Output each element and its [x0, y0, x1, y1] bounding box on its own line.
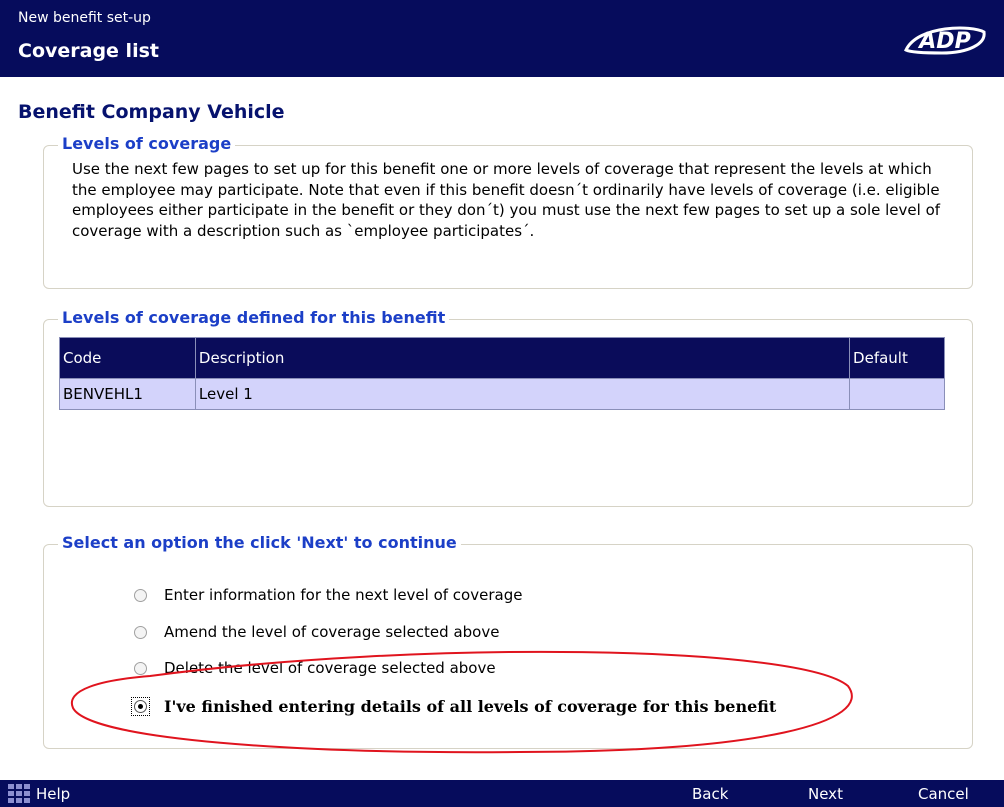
header-subtitle: New benefit set-up: [18, 10, 151, 26]
radio-icon[interactable]: [134, 661, 147, 675]
option-next-level[interactable]: Enter information for the next level of …: [134, 584, 522, 606]
options-group: Select an option the click 'Next' to con…: [43, 533, 973, 749]
back-button[interactable]: Back: [692, 785, 728, 803]
next-button[interactable]: Next: [808, 785, 843, 803]
option-label: I've finished entering details of all le…: [164, 696, 777, 716]
option-finished[interactable]: I've finished entering details of all le…: [131, 695, 777, 717]
option-label: Enter information for the next level of …: [164, 586, 523, 604]
option-amend-level[interactable]: Amend the level of coverage selected abo…: [134, 621, 499, 643]
help-grid-icon[interactable]: [8, 784, 32, 804]
option-label: Amend the level of coverage selected abo…: [164, 623, 500, 641]
radio-checked-icon[interactable]: [131, 696, 150, 716]
levels-of-coverage-legend: Levels of coverage: [58, 134, 236, 153]
svg-text:ADP: ADP: [917, 29, 970, 54]
instructions-text: Use the next few pages to set up for thi…: [72, 160, 941, 240]
table-header-row: Code Description Default: [59, 337, 945, 379]
option-delete-level[interactable]: Delete the level of coverage selected ab…: [134, 657, 496, 679]
cell-default[interactable]: [849, 378, 945, 410]
column-header-description[interactable]: Description: [194, 337, 851, 379]
page-title: Coverage list: [18, 40, 159, 62]
help-button[interactable]: Help: [36, 785, 70, 803]
defined-levels-legend: Levels of coverage defined for this bene…: [58, 308, 450, 327]
column-header-default[interactable]: Default: [849, 337, 945, 379]
defined-levels-group: Levels of coverage defined for this bene…: [43, 308, 973, 507]
benefit-title: Benefit Company Vehicle: [18, 101, 285, 123]
footer-bar: Help Back Next Cancel: [0, 780, 1004, 807]
header-bar: New benefit set-up Coverage list ADP: [0, 0, 1004, 77]
cell-description[interactable]: Level 1: [194, 378, 851, 410]
column-header-code[interactable]: Code: [59, 337, 196, 379]
cancel-button[interactable]: Cancel: [918, 785, 969, 803]
coverage-table: Code Description Default BENVEHL1 Level …: [59, 337, 945, 410]
levels-of-coverage-group: Levels of coverage Use the next few page…: [43, 134, 973, 289]
radio-icon[interactable]: [134, 625, 147, 639]
adp-logo: ADP: [904, 26, 986, 55]
focus-indicator: [131, 696, 150, 716]
table-row[interactable]: BENVEHL1 Level 1: [59, 378, 945, 410]
cell-code[interactable]: BENVEHL1: [59, 378, 196, 410]
radio-icon[interactable]: [134, 588, 147, 602]
option-label: Delete the level of coverage selected ab…: [164, 659, 496, 677]
options-legend: Select an option the click 'Next' to con…: [58, 533, 461, 552]
